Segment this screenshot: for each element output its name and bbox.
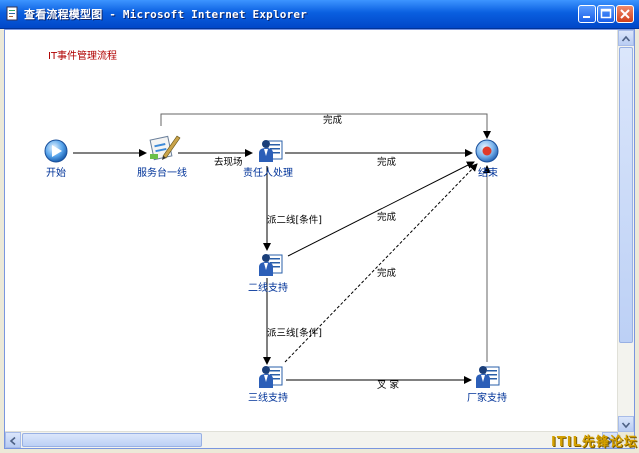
vendor-person-icon[interactable] — [476, 366, 500, 388]
vendor-label: 厂家支持 — [467, 393, 507, 404]
window-title: 查看流程模型图 - Microsoft Internet Explorer — [24, 8, 308, 21]
minimize-button[interactable] — [578, 5, 596, 23]
flow-diagram — [44, 113, 500, 388]
horizontal-scroll-thumb[interactable] — [22, 433, 202, 447]
page-icon — [6, 6, 18, 21]
service-desk-label: 服务台一线 — [137, 168, 187, 179]
end-node-icon[interactable] — [475, 139, 499, 163]
scroll-left-button[interactable] — [5, 432, 21, 448]
start-node-label: 开始 — [46, 168, 66, 179]
edge-label-owner-complete: 完成 — [377, 157, 397, 168]
edge-label-second-complete: 完成 — [377, 212, 397, 223]
arrow-down-icon — [621, 422, 631, 429]
vertical-scroll-thumb[interactable] — [619, 47, 633, 343]
ie-window: 查看流程模型图 - Microsoft Internet Explorer IT… — [0, 0, 639, 453]
forum-watermark: ITIL先锋论坛 — [551, 435, 638, 450]
third-line-label: 三线支持 — [248, 393, 288, 404]
close-button[interactable] — [616, 5, 634, 23]
edge-label-dispatch-third: 派三线[条件] — [267, 328, 322, 339]
vertical-scrollbar[interactable] — [617, 30, 634, 432]
scroll-up-button[interactable] — [618, 30, 634, 46]
edge-label-dispatch-second: 派二线[条件] — [267, 215, 322, 226]
maximize-button[interactable] — [597, 5, 615, 23]
title-bar[interactable]: 查看流程模型图 - Microsoft Internet Explorer — [0, 0, 639, 29]
scroll-down-button[interactable] — [618, 416, 634, 432]
edge-label-onsite: 去现场 — [214, 157, 243, 168]
third-line-person-icon[interactable] — [259, 366, 283, 388]
service-desk-icon[interactable] — [149, 135, 181, 161]
arrow-left-icon — [9, 436, 16, 446]
horizontal-scrollbar[interactable] — [5, 431, 618, 448]
close-icon — [620, 9, 630, 19]
edge-label-top-complete: 完成 — [323, 115, 343, 126]
edge-label-third-vendor: 叉 家 — [377, 380, 400, 391]
edge-label-third-complete: 完成 — [377, 268, 397, 279]
start-node-icon[interactable] — [44, 139, 68, 163]
owner-person-icon[interactable] — [259, 140, 283, 162]
page-content: IT事件管理流程 开始 服务台一线 责任人处理 二线支持 三线支持 厂家支持 结… — [4, 29, 635, 449]
arrow-up-icon — [621, 35, 631, 42]
second-line-person-icon[interactable] — [259, 254, 283, 276]
maximize-icon — [600, 8, 612, 19]
second-line-label: 二线支持 — [248, 283, 288, 294]
owner-label: 责任人处理 — [243, 168, 293, 179]
minimize-icon — [583, 16, 590, 18]
end-node-label: 结束 — [478, 168, 498, 179]
